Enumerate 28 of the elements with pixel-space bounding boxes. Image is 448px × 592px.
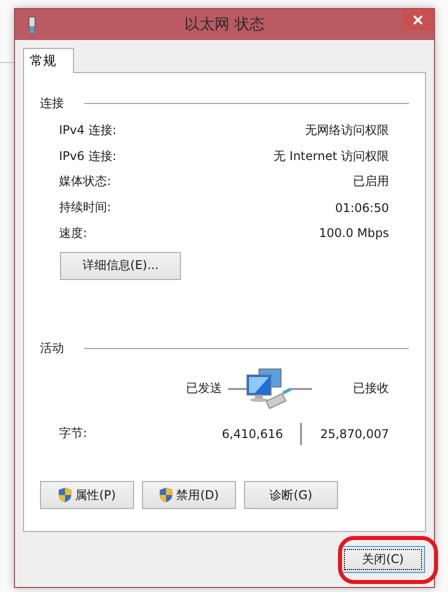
field-label: 字节: [59,425,88,442]
close-button[interactable]: 关闭(C) [341,546,425,573]
sent-label: 已发送 [186,380,222,398]
section-heading: 活动 [40,340,64,357]
received-bytes: 25,870,007 [319,426,389,441]
field-label: 媒体状态: [59,173,112,190]
tab[interactable]: 常规 [23,48,74,73]
details-button[interactable]: 详细信息(E)... [60,252,181,280]
field-label: IPv4 连接: [59,122,116,140]
action-button[interactable]: 禁用(D) [142,481,236,509]
action-button[interactable]: 诊断(G) [244,481,338,509]
field-value: 无 Internet 访问权限 [274,148,389,165]
sent-bytes: 6,410,616 [220,426,283,441]
field-label: 持续时间: [59,199,112,216]
section-heading: 连接 [40,95,64,112]
field-value: 01:06:50 [335,200,389,215]
field-value: 100.0 Mbps [318,226,389,240]
shield-icon [159,487,174,503]
window-title: 以太网 状态 [184,15,266,34]
close-icon[interactable] [402,9,434,30]
field-value: 无网络访问权限 [305,122,389,140]
shield-icon [58,487,72,503]
field-label: IPv6 连接: [59,148,116,165]
field-value: 已启用 [353,173,389,190]
action-button[interactable]: 属性(P) [40,481,134,509]
network-cable-icon [27,16,37,34]
field-label: 速度: [59,224,88,242]
received-label: 已接收 [353,380,389,398]
